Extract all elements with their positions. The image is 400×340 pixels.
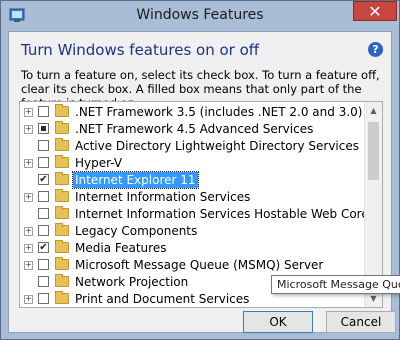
feature-label[interactable]: .NET Framework 4.5 Advanced Services: [75, 121, 313, 137]
dialog-heading: Turn Windows features on or off: [21, 41, 260, 59]
cancel-button[interactable]: Cancel: [326, 311, 396, 333]
feature-label[interactable]: Legacy Components: [75, 223, 197, 239]
folder-icon: [55, 223, 69, 236]
feature-label[interactable]: Internet Explorer 11: [72, 171, 199, 189]
feature-row[interactable]: + .NET Framework 3.5 (includes .NET 2.0 a…: [20, 104, 370, 121]
expand-icon[interactable]: +: [24, 244, 33, 253]
feature-checkbox[interactable]: [38, 123, 49, 134]
feature-row[interactable]: + Hyper-V: [20, 155, 370, 172]
feature-label[interactable]: Print and Document Services: [75, 291, 249, 307]
expand-icon[interactable]: +: [24, 125, 33, 134]
feature-row[interactable]: + Microsoft Message Queue (MSMQ) Server: [20, 257, 370, 274]
feature-row[interactable]: Active Directory Lightweight Directory S…: [20, 138, 370, 155]
scroll-up-arrow-icon[interactable]: ▲: [365, 102, 382, 119]
feature-checkbox[interactable]: ✔: [38, 242, 49, 253]
expand-icon[interactable]: +: [24, 193, 33, 202]
folder-icon: [55, 291, 69, 304]
windows-features-dialog: Windows Features ✕ Turn Windows features…: [0, 0, 400, 340]
expand-icon[interactable]: +: [24, 261, 33, 270]
folder-icon: [55, 138, 69, 151]
feature-row[interactable]: ✔ Internet Explorer 11: [20, 171, 370, 189]
expand-icon[interactable]: +: [24, 227, 33, 236]
feature-checkbox[interactable]: ✔: [38, 174, 49, 185]
feature-checkbox[interactable]: [38, 225, 49, 236]
feature-label[interactable]: Internet Information Services Hostable W…: [75, 206, 369, 222]
window-title: Windows Features: [136, 7, 264, 23]
folder-icon: [55, 274, 69, 287]
folder-icon: [55, 155, 69, 168]
feature-checkbox[interactable]: [38, 293, 49, 304]
feature-row[interactable]: + ✔ Media Features: [20, 240, 370, 257]
feature-checkbox[interactable]: [38, 191, 49, 202]
ok-button[interactable]: OK: [243, 311, 313, 333]
feature-label[interactable]: Hyper-V: [75, 155, 122, 171]
feature-checkbox[interactable]: [38, 276, 49, 287]
feature-checkbox[interactable]: [38, 157, 49, 168]
feature-checkbox[interactable]: [38, 208, 49, 219]
folder-icon: [55, 240, 69, 253]
title-bar[interactable]: Windows Features ✕: [1, 1, 399, 31]
feature-row[interactable]: + Internet Information Services: [20, 189, 370, 206]
feature-tooltip: Microsoft Message Queue: [271, 275, 400, 294]
expand-icon[interactable]: +: [24, 108, 33, 117]
folder-icon: [55, 172, 69, 185]
feature-label[interactable]: Media Features: [75, 240, 166, 256]
folder-icon: [55, 121, 69, 134]
feature-checkbox[interactable]: [38, 259, 49, 270]
feature-label[interactable]: Microsoft Message Queue (MSMQ) Server: [75, 257, 323, 273]
close-button[interactable]: ✕: [353, 1, 397, 21]
help-icon[interactable]: ?: [368, 42, 383, 57]
folder-icon: [55, 189, 69, 202]
feature-label[interactable]: .NET Framework 3.5 (includes .NET 2.0 an…: [75, 104, 362, 120]
scrollbar-thumb[interactable]: [368, 122, 379, 180]
feature-checkbox[interactable]: [38, 140, 49, 151]
expand-icon[interactable]: +: [24, 295, 33, 304]
feature-row[interactable]: + Legacy Components: [20, 223, 370, 240]
feature-checkbox[interactable]: [38, 106, 49, 117]
feature-label[interactable]: Active Directory Lightweight Directory S…: [75, 138, 359, 154]
feature-row[interactable]: + .NET Framework 4.5 Advanced Services: [20, 121, 370, 138]
feature-row[interactable]: Internet Information Services Hostable W…: [20, 206, 370, 223]
expand-icon[interactable]: +: [24, 159, 33, 168]
folder-icon: [55, 104, 69, 117]
feature-label[interactable]: Network Projection: [75, 274, 188, 290]
folder-icon: [55, 206, 69, 219]
folder-icon: [55, 257, 69, 270]
feature-label[interactable]: Internet Information Services: [75, 189, 250, 205]
